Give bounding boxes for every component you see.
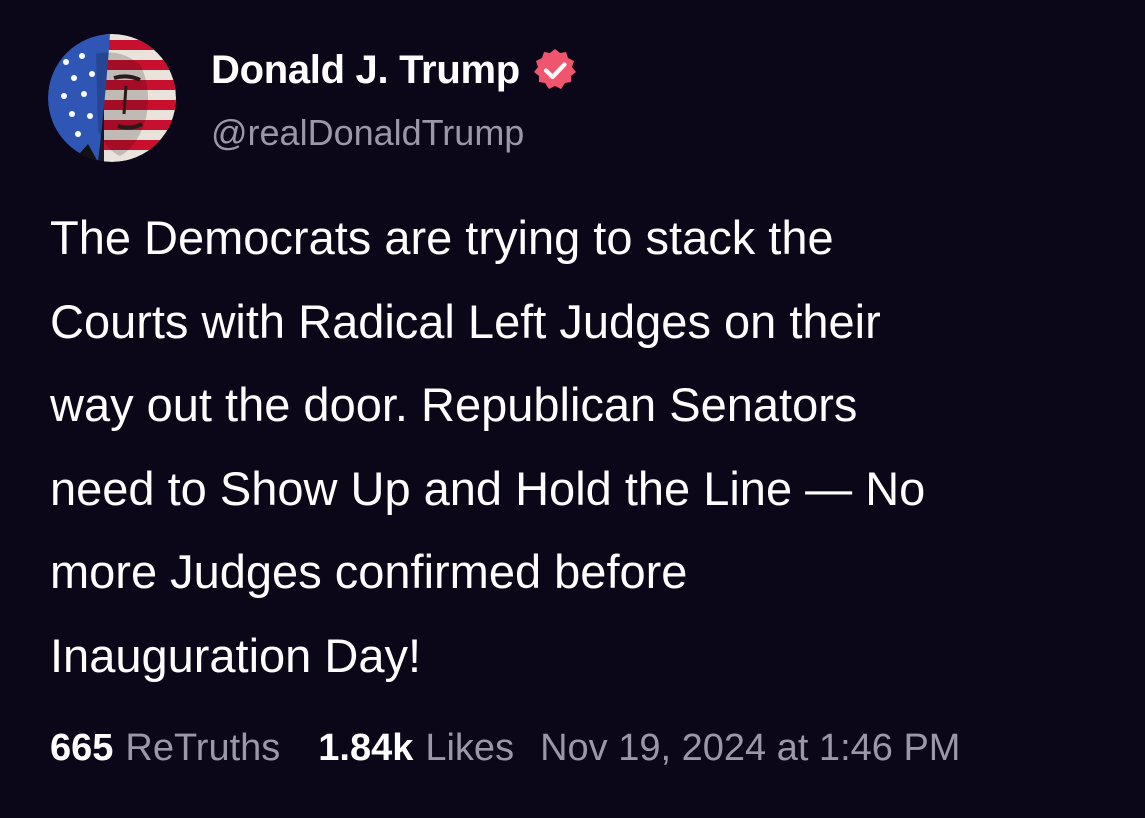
flag-portrait-avatar-icon	[48, 34, 176, 162]
post-card: Donald J. Trump @realDonaldTrump The Dem…	[0, 0, 1145, 818]
likes-label: Likes	[425, 726, 515, 769]
verified-badge-icon	[532, 47, 578, 93]
post-text: The Democrats are trying to stack the Co…	[50, 211, 926, 682]
retruths-stat[interactable]: 665 ReTruths	[50, 727, 280, 770]
likes-stat[interactable]: 1.84k Likes	[318, 727, 514, 770]
display-name[interactable]: Donald J. Trump	[211, 48, 520, 93]
retruths-label: ReTruths	[125, 726, 281, 769]
author-handle[interactable]: @realDonaldTrump	[211, 112, 524, 154]
post-timestamp[interactable]: Nov 19, 2024 at 1:46 PM	[540, 727, 960, 770]
likes-count: 1.84k	[318, 726, 414, 769]
avatar[interactable]	[48, 34, 176, 162]
post-stats: 665 ReTruths 1.84k Likes Nov 19, 2024 at…	[50, 720, 960, 776]
author-header: Donald J. Trump	[211, 44, 578, 96]
retruths-count: 665	[50, 726, 114, 769]
